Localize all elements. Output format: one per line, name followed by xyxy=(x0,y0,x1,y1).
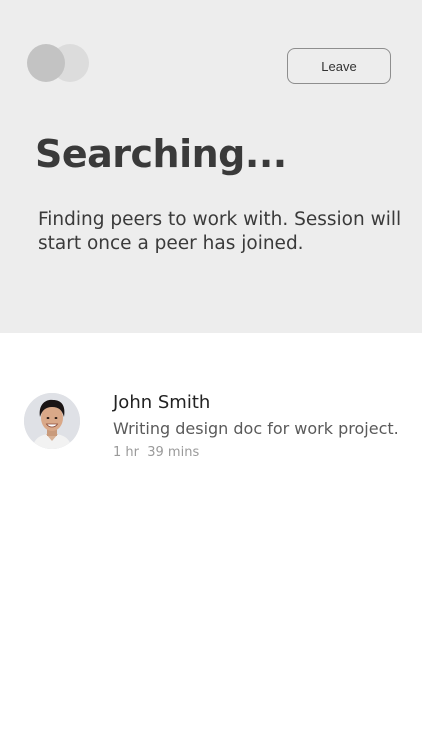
logo-circle-front xyxy=(27,44,65,82)
avatar xyxy=(24,393,80,449)
page-title: Searching... xyxy=(35,132,287,176)
peer-session-duration: 1 hr 39 mins xyxy=(113,445,200,460)
search-status-panel: Leave Searching... Finding peers to work… xyxy=(0,0,422,333)
peer-name: John Smith xyxy=(113,392,211,413)
peer-task-description: Writing design doc for work project. xyxy=(113,419,399,438)
leave-button[interactable]: Leave xyxy=(287,48,391,84)
status-description: Finding peers to work with. Session will… xyxy=(38,209,402,254)
user-avatar-icon xyxy=(24,393,80,449)
app-logo-icon xyxy=(27,44,89,82)
peer-list-item: John Smith Writing design doc for work p… xyxy=(0,333,422,483)
